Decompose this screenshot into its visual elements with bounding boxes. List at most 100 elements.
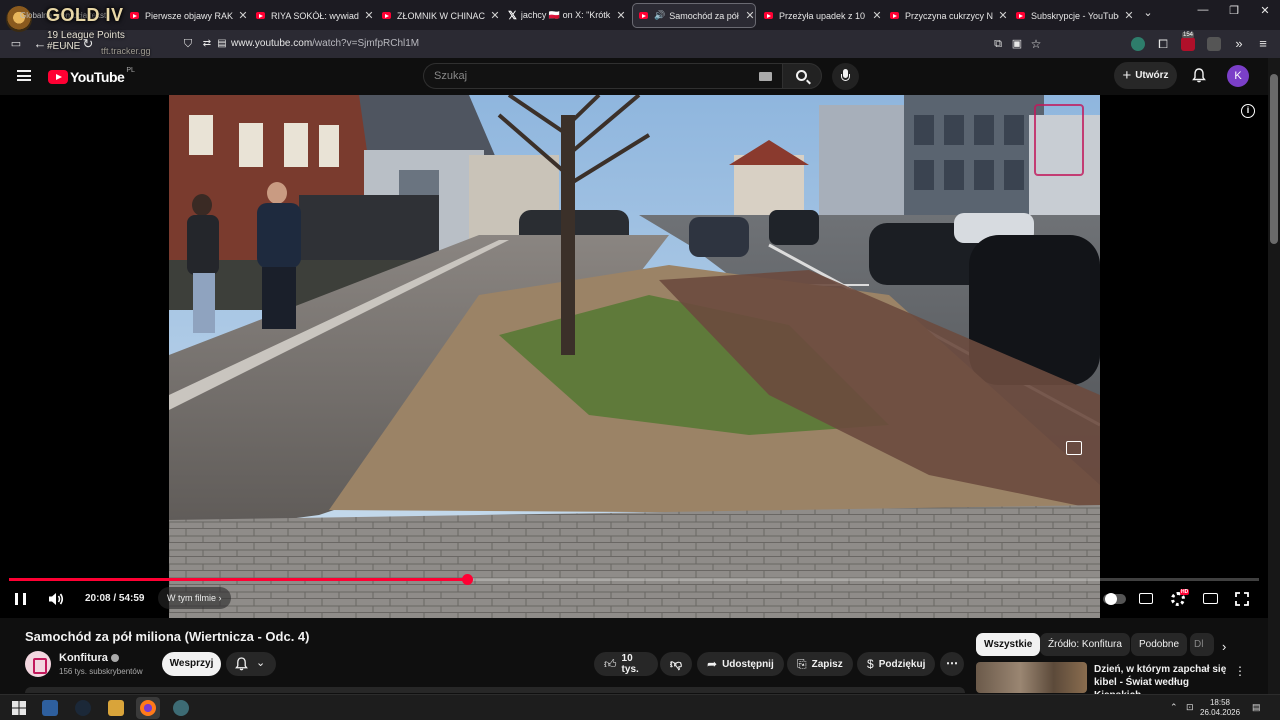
windows-start-icon[interactable] xyxy=(11,700,27,716)
tab-5-active[interactable]: 🔊 Samochód za pół mi ✕ xyxy=(632,3,756,28)
channel-name[interactable]: Konfitura xyxy=(59,652,119,664)
bookmark-star-icon[interactable]: ☆ xyxy=(1028,36,1044,52)
share-label: Udostępnij xyxy=(722,658,774,670)
picture-in-picture-icon[interactable]: ⧉ xyxy=(990,36,1006,52)
join-button[interactable]: Wesprzyj xyxy=(162,652,221,676)
overflow-chevron-icon[interactable]: » xyxy=(1231,36,1247,52)
shield-extension-icon[interactable] xyxy=(1207,37,1221,51)
time-display: 20:08 / 54:59 xyxy=(85,593,145,604)
chip-source[interactable]: Źródło: Konfitura xyxy=(1040,633,1130,656)
kebab-menu-icon[interactable]: ⋮ xyxy=(1234,664,1246,678)
reader-view-icon[interactable]: ▣ xyxy=(1009,36,1025,52)
thanks-label: Podziękuj xyxy=(878,658,926,670)
keyboard-icon[interactable] xyxy=(759,72,772,81)
share-arrow-icon: ➦ xyxy=(707,657,718,671)
close-window-button[interactable]: ✕ xyxy=(1250,4,1280,17)
steam-icon[interactable] xyxy=(75,700,91,716)
close-tab-icon[interactable]: ✕ xyxy=(998,9,1008,22)
subscriber-count: 156 tys. subskrybentów xyxy=(59,667,143,676)
tab-4[interactable]: 𝕏 jachcy 🇵🇱 on X: "Krótk ✕ xyxy=(508,3,626,28)
extensions-puzzle-icon[interactable]: ⧠ xyxy=(1155,36,1171,52)
more-actions-button[interactable]: ⋯ xyxy=(940,652,964,676)
save-button[interactable]: ⎘ Zapisz xyxy=(787,652,853,676)
pause-button[interactable] xyxy=(15,593,26,605)
close-tab-icon[interactable]: ✕ xyxy=(872,9,882,22)
recommendation-thumbnail[interactable] xyxy=(976,662,1087,693)
tab-title: Przeżyła upadek z 10 000 xyxy=(779,10,867,21)
autoplay-toggle[interactable] xyxy=(1103,593,1126,605)
tab-3[interactable]: ZŁOMNIK W CHINACH # ✕ xyxy=(382,3,500,28)
close-tab-icon[interactable]: ✕ xyxy=(745,9,755,22)
subtitles-icon[interactable] xyxy=(1139,593,1153,604)
restore-button[interactable]: ❐ xyxy=(1219,4,1249,17)
notifications-icon[interactable]: ▤ xyxy=(1252,702,1261,713)
tab-8[interactable]: Subskrypcje - YouTube ✕ xyxy=(1016,3,1134,28)
search-button[interactable] xyxy=(782,63,822,89)
video-player[interactable]: i 20:08 / 54:59 W tym filmie › HD xyxy=(0,95,1268,618)
channel-avatar[interactable] xyxy=(25,651,51,677)
network-icon[interactable]: ⊡ xyxy=(1186,702,1194,713)
menu-icon[interactable]: ≡ xyxy=(1255,36,1271,52)
chip-truncated[interactable]: Dl xyxy=(1190,633,1214,656)
volume-icon[interactable] xyxy=(48,592,64,606)
tab-6[interactable]: Przeżyła upadek z 10 000 ✕ xyxy=(764,3,882,28)
chapters-label: W tym filmie xyxy=(167,593,216,603)
tab-title: Samochód za pół mi xyxy=(669,10,740,21)
audio-playing-icon[interactable]: 🔊 xyxy=(654,10,665,21)
app-icon-6[interactable] xyxy=(173,700,189,716)
tab-list-chevron-icon[interactable]: ⌄ xyxy=(1133,6,1163,19)
youtube-favicon-icon xyxy=(256,12,265,19)
clock[interactable]: 18:58 26.04.2026 xyxy=(1200,698,1240,718)
like-button[interactable]: 👍︎ 10 tys. xyxy=(594,652,658,676)
youtube-logo[interactable]: YouTube PL xyxy=(48,67,135,85)
info-icon[interactable]: i xyxy=(1241,104,1255,118)
create-button[interactable]: + Utwórz xyxy=(1114,62,1177,89)
chip-similar[interactable]: Podobne xyxy=(1131,633,1188,656)
chapters-button[interactable]: W tym filmie › xyxy=(158,587,231,609)
scrollbar-thumb[interactable] xyxy=(1270,74,1278,244)
progress-scrubber[interactable] xyxy=(462,574,473,585)
thanks-button[interactable]: $ Podziękuj xyxy=(857,652,936,676)
extension-globe-icon[interactable] xyxy=(1131,37,1145,51)
url-field[interactable]: www.youtube.com/watch?v=SjmfpRChl1M xyxy=(231,38,419,49)
chip-all[interactable]: Wszystkie xyxy=(976,633,1041,656)
tracker-site: tft.tracker.gg xyxy=(101,46,151,56)
progress-played xyxy=(9,578,467,581)
sponsor-product-icon[interactable] xyxy=(1066,441,1082,455)
permissions-icon[interactable]: ⇄ xyxy=(199,36,215,52)
search-input[interactable]: Szukaj xyxy=(423,63,782,89)
tray-chevron-icon[interactable]: ⌃ xyxy=(1170,702,1178,713)
channel-name-text: Konfitura xyxy=(59,652,108,664)
dislike-button[interactable]: 👎︎ xyxy=(660,652,692,676)
close-tab-icon[interactable]: ✕ xyxy=(616,9,626,22)
tab-7[interactable]: Przyczyna cukrzycy NR1. ✕ xyxy=(890,3,1008,28)
file-explorer-icon[interactable] xyxy=(108,700,124,716)
clock-date: 26.04.2026 xyxy=(1200,708,1241,717)
shield-icon[interactable]: ⛉ xyxy=(180,36,196,52)
close-tab-icon[interactable]: ✕ xyxy=(364,9,374,22)
page-scrollbar[interactable] xyxy=(1268,58,1280,694)
share-button[interactable]: ➦ Udostępnij xyxy=(697,652,784,676)
close-tab-icon[interactable]: ✕ xyxy=(238,9,248,22)
chevron-right-icon[interactable]: › xyxy=(1222,639,1226,654)
subscription-bell-button[interactable]: ⌄ xyxy=(226,652,276,676)
video-frame[interactable] xyxy=(169,95,1100,618)
youtube-favicon-icon xyxy=(1016,12,1025,19)
fullscreen-icon[interactable] xyxy=(1235,592,1249,606)
voice-search-button[interactable] xyxy=(832,63,859,90)
page-info-icon[interactable]: ▤ xyxy=(214,36,230,52)
search-icon xyxy=(796,70,807,81)
minimize-button[interactable]: — xyxy=(1188,4,1218,16)
app-icon-1[interactable] xyxy=(42,700,58,716)
account-avatar[interactable]: K xyxy=(1227,65,1249,87)
tab-title: Pierwsze objawy RAKA PŁ xyxy=(145,10,233,21)
close-tab-icon[interactable]: ✕ xyxy=(490,9,500,22)
youtube-favicon-icon xyxy=(639,12,648,19)
tab-2[interactable]: RIYA SOKÓŁ: wywiad, pie ✕ xyxy=(256,3,374,28)
notifications-bell-icon[interactable] xyxy=(1192,68,1206,83)
ublock-extension-icon[interactable] xyxy=(1181,37,1195,51)
description-box[interactable] xyxy=(25,687,965,693)
hamburger-menu-icon[interactable] xyxy=(17,70,31,81)
miniplayer-icon[interactable] xyxy=(1203,593,1218,604)
firefox-icon[interactable] xyxy=(140,700,156,716)
